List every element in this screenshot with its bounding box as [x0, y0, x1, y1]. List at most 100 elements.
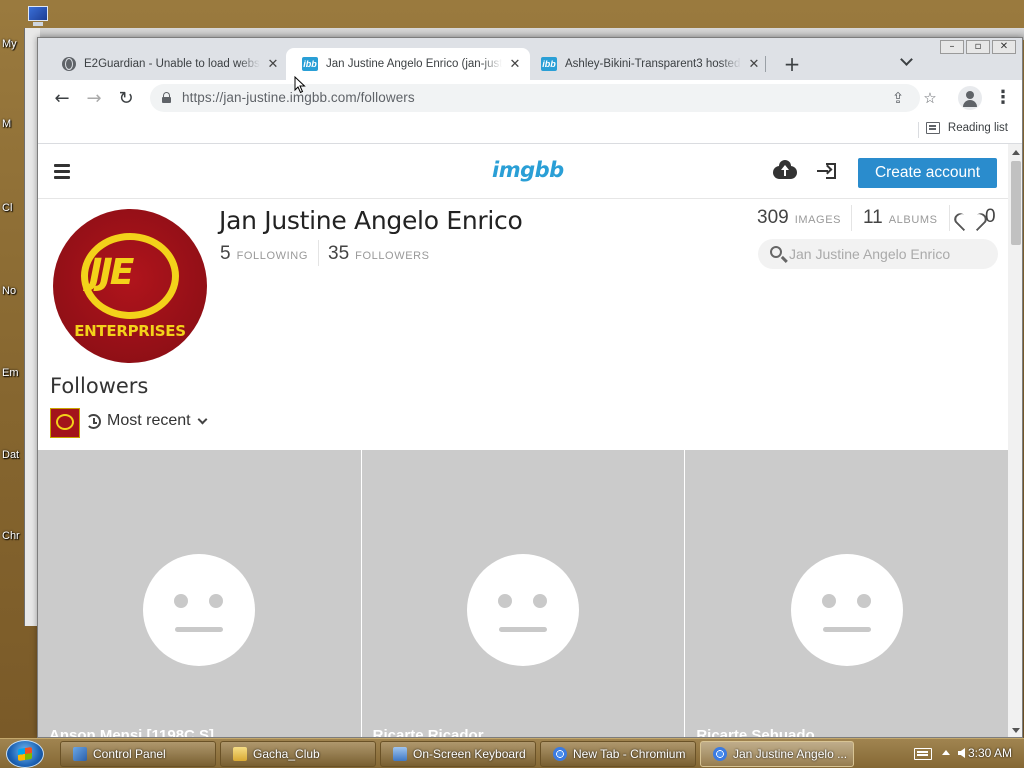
- user-search-input[interactable]: [789, 244, 989, 264]
- start-button[interactable]: [6, 740, 44, 768]
- follower-name[interactable]: Ricarte Ricador: [373, 727, 484, 737]
- page-title: Followers: [50, 374, 149, 398]
- desktop-label-cl: Cl: [2, 202, 13, 214]
- avatar-letters: JJE: [89, 252, 134, 293]
- owner-mini-avatar[interactable]: [50, 408, 80, 438]
- computer-icon[interactable]: [24, 4, 52, 28]
- imgbb-icon: ibb: [302, 57, 318, 71]
- control-panel-icon: [73, 747, 87, 761]
- chevron-down-icon: [197, 414, 208, 424]
- scroll-thumb[interactable]: [1011, 161, 1021, 245]
- taskbar-item-label: Control Panel: [93, 747, 166, 761]
- avatar-word: ENTERPRISES: [74, 322, 186, 340]
- site-header: imgbb Create account: [38, 144, 1008, 199]
- folder-icon: [233, 747, 247, 761]
- follower-card[interactable]: Anson Mensi [1198C S]: [38, 450, 361, 737]
- default-avatar-icon: [143, 554, 256, 666]
- profile-icon[interactable]: [958, 86, 982, 110]
- taskbar-item-control-panel[interactable]: Control Panel: [60, 741, 216, 767]
- reload-button[interactable]: ↻: [114, 86, 138, 110]
- tab-jan-justine[interactable]: ibb Jan Justine Angelo Enrico (jan-justi…: [286, 48, 530, 80]
- create-account-button[interactable]: Create account: [858, 158, 997, 188]
- default-avatar-icon: [790, 554, 903, 666]
- back-button[interactable]: ←: [50, 86, 74, 110]
- desktop-label-chr: Chr: [2, 530, 20, 542]
- following-count: 5: [220, 243, 231, 264]
- tab-search-chevron-icon[interactable]: [900, 54, 914, 68]
- clock[interactable]: 3:30 AM: [968, 746, 1012, 760]
- menu-icon[interactable]: ⋮: [994, 86, 1012, 110]
- taskbar-item-new-tab[interactable]: New Tab - Chromium: [540, 741, 696, 767]
- desktop-label-m: M: [2, 118, 12, 130]
- keyboard-icon: [393, 747, 407, 761]
- tab-strip: – ▫ ✕ E2Guardian - Unable to load websit…: [38, 38, 1022, 80]
- browser-toolbar: ← → ↻ https://jan-justine.imgbb.com/foll…: [38, 80, 1022, 116]
- lock-icon[interactable]: [162, 92, 171, 103]
- search-icon: [770, 246, 782, 258]
- hamburger-menu-icon[interactable]: [54, 164, 70, 179]
- scroll-down-icon[interactable]: [1012, 728, 1020, 733]
- follower-card[interactable]: Ricarte Ricador: [361, 450, 685, 737]
- window-controls: – ▫ ✕: [940, 40, 1016, 54]
- upload-cloud-icon[interactable]: [773, 160, 797, 180]
- profile-avatar[interactable]: JJE ENTERPRISES: [53, 209, 207, 363]
- taskbar-item-gacha-club[interactable]: Gacha_Club: [220, 741, 376, 767]
- images-stat[interactable]: 309 IMAGES: [757, 207, 841, 229]
- site-logo[interactable]: imgbb: [492, 158, 564, 182]
- minimize-icon[interactable]: –: [940, 40, 964, 54]
- new-tab-button[interactable]: +: [780, 52, 804, 76]
- speaker-icon[interactable]: [958, 748, 965, 758]
- reading-list-icon: [925, 122, 940, 134]
- chromium-icon: [553, 747, 567, 761]
- taskbar-item-label: New Tab - Chromium: [573, 747, 686, 761]
- tab-ashley[interactable]: ibb Ashley-Bikini-Transparent3 hosted at…: [525, 48, 769, 80]
- albums-count: 11: [863, 207, 883, 228]
- page-scrollbar[interactable]: [1008, 144, 1022, 737]
- chromium-icon: [713, 747, 727, 761]
- scroll-up-icon[interactable]: [1012, 150, 1020, 155]
- followers-count: 35: [328, 243, 350, 264]
- history-icon: [86, 413, 101, 429]
- keyboard-tray-icon[interactable]: [914, 748, 932, 760]
- follower-card[interactable]: Ricarte Sehuado: [685, 450, 1008, 737]
- restore-icon[interactable]: ▫: [966, 40, 990, 54]
- taskbar-item-label: Gacha_Club: [253, 747, 320, 761]
- bookmark-star-icon[interactable]: ☆: [920, 88, 940, 108]
- heart-icon[interactable]: [960, 209, 980, 227]
- tab-e2guardian[interactable]: E2Guardian - Unable to load website ✕: [46, 48, 288, 80]
- albums-stat[interactable]: 11 ALBUMS: [863, 207, 938, 229]
- divider: [851, 205, 852, 231]
- tab-title: Jan Justine Angelo Enrico (jan-justine): [326, 58, 502, 70]
- follower-name[interactable]: Anson Mensi [1198C S]: [49, 727, 214, 737]
- albums-label: ALBUMS: [888, 214, 938, 226]
- reading-list-label: Reading list: [947, 122, 1008, 134]
- taskbar-item-label: On-Screen Keyboard: [413, 747, 526, 761]
- address-bar[interactable]: https://jan-justine.imgbb.com/followers …: [150, 84, 937, 112]
- close-icon[interactable]: ✕: [266, 56, 280, 72]
- likes-count[interactable]: 0: [985, 206, 996, 228]
- share-icon[interactable]: ⇪: [888, 88, 908, 108]
- following-stat[interactable]: 5 FOLLOWING: [220, 243, 308, 265]
- bookmarks-bar: Reading list: [38, 116, 1022, 144]
- user-search-box[interactable]: [758, 239, 998, 269]
- desktop-label-no: No: [2, 285, 17, 297]
- close-window-icon[interactable]: ✕: [992, 40, 1016, 54]
- page-viewport: imgbb Create account JJE ENTERPRISES Jan…: [38, 144, 1008, 737]
- images-label: IMAGES: [794, 214, 842, 226]
- images-count: 309: [757, 207, 789, 228]
- forward-button[interactable]: →: [82, 86, 106, 110]
- tray-expand-icon[interactable]: [942, 750, 950, 755]
- sign-in-icon[interactable]: [817, 162, 837, 180]
- followers-stat[interactable]: 35 FOLLOWERS: [328, 243, 430, 265]
- taskbar-item-on-screen-keyboard[interactable]: On-Screen Keyboard: [380, 741, 536, 767]
- close-icon[interactable]: ✕: [508, 56, 522, 72]
- follower-name[interactable]: Ricarte Sehuado: [696, 727, 814, 737]
- sort-dropdown[interactable]: Most recent: [86, 412, 208, 430]
- default-avatar-icon: [467, 554, 579, 666]
- reading-list-button[interactable]: Reading list: [925, 122, 1008, 134]
- close-icon[interactable]: ✕: [747, 56, 761, 72]
- imgbb-icon: ibb: [541, 57, 557, 71]
- taskbar-item-jan-justine[interactable]: Jan Justine Angelo ...: [700, 741, 854, 767]
- profile-name[interactable]: Jan Justine Angelo Enrico: [219, 206, 523, 235]
- desktop-label-dat: Dat: [2, 449, 20, 461]
